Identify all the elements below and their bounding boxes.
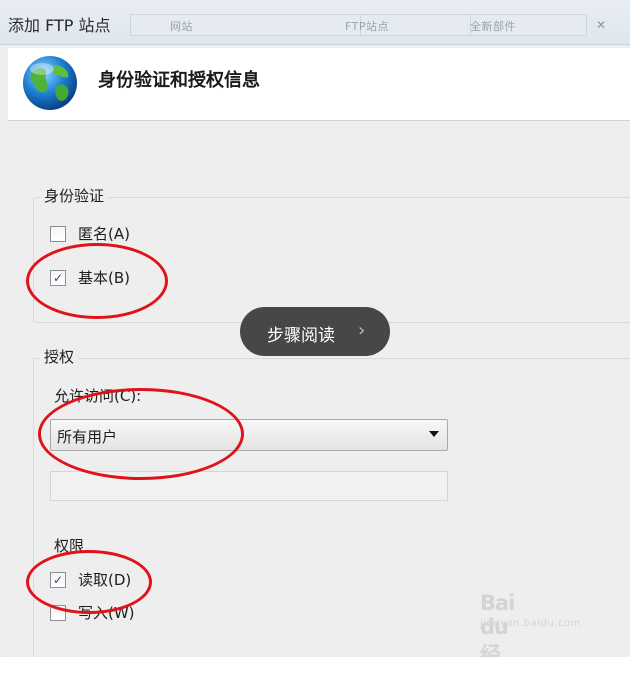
background-address-bar bbox=[130, 14, 362, 36]
add-ftp-site-dialog: 网站 FTP站点 全新部件 ✕ 添加 FTP 站点 身份验证和授权信息 身份验证 bbox=[0, 0, 630, 657]
allow-access-label: 允许访问(C): bbox=[54, 387, 142, 405]
allow-access-value: 所有用户 bbox=[57, 428, 118, 446]
anonymous-label: 匿名(A) bbox=[78, 225, 130, 243]
authorization-group-label: 授权 bbox=[40, 346, 79, 367]
anonymous-checkbox[interactable] bbox=[50, 226, 66, 242]
globe-icon bbox=[23, 56, 77, 110]
dialog-content: 身份验证 匿名(A) ✓ 基本(B) 授权 允许访问(C): 所有用户 权限 ✓… bbox=[8, 121, 630, 657]
write-label: 写入(W) bbox=[78, 604, 135, 622]
dropdown-arrow-icon[interactable] bbox=[429, 431, 439, 437]
background-crumb: FTP站点 bbox=[345, 20, 389, 33]
users-text-field[interactable] bbox=[50, 471, 448, 501]
basic-checkbox[interactable]: ✓ bbox=[50, 270, 66, 286]
write-checkbox[interactable] bbox=[50, 605, 66, 621]
chevron-right-icon: › bbox=[358, 320, 366, 341]
read-label: 读取(D) bbox=[78, 571, 132, 589]
read-checkbox[interactable]: ✓ bbox=[50, 572, 66, 588]
basic-label: 基本(B) bbox=[78, 269, 130, 287]
window-title: 添加 FTP 站点 bbox=[8, 16, 111, 35]
background-crumb: 全新部件 bbox=[470, 20, 516, 33]
page-header: 身份验证和授权信息 bbox=[8, 48, 630, 121]
background-crumb: 网站 bbox=[170, 20, 193, 33]
page-title: 身份验证和授权信息 bbox=[98, 70, 260, 91]
allow-access-dropdown[interactable]: 所有用户 bbox=[50, 419, 448, 451]
authentication-group-label: 身份验证 bbox=[40, 185, 109, 206]
permissions-label: 权限 bbox=[54, 537, 85, 555]
background-close-icon[interactable]: ✕ bbox=[596, 18, 606, 32]
authentication-group bbox=[33, 197, 630, 323]
watermark-url: jingyan.baidu.com bbox=[480, 618, 581, 629]
title-bar: 网站 FTP站点 全新部件 ✕ 添加 FTP 站点 bbox=[0, 0, 630, 45]
step-reading-label: 步骤阅读 bbox=[267, 326, 335, 346]
step-reading-button[interactable]: 步骤阅读 › bbox=[240, 307, 390, 356]
